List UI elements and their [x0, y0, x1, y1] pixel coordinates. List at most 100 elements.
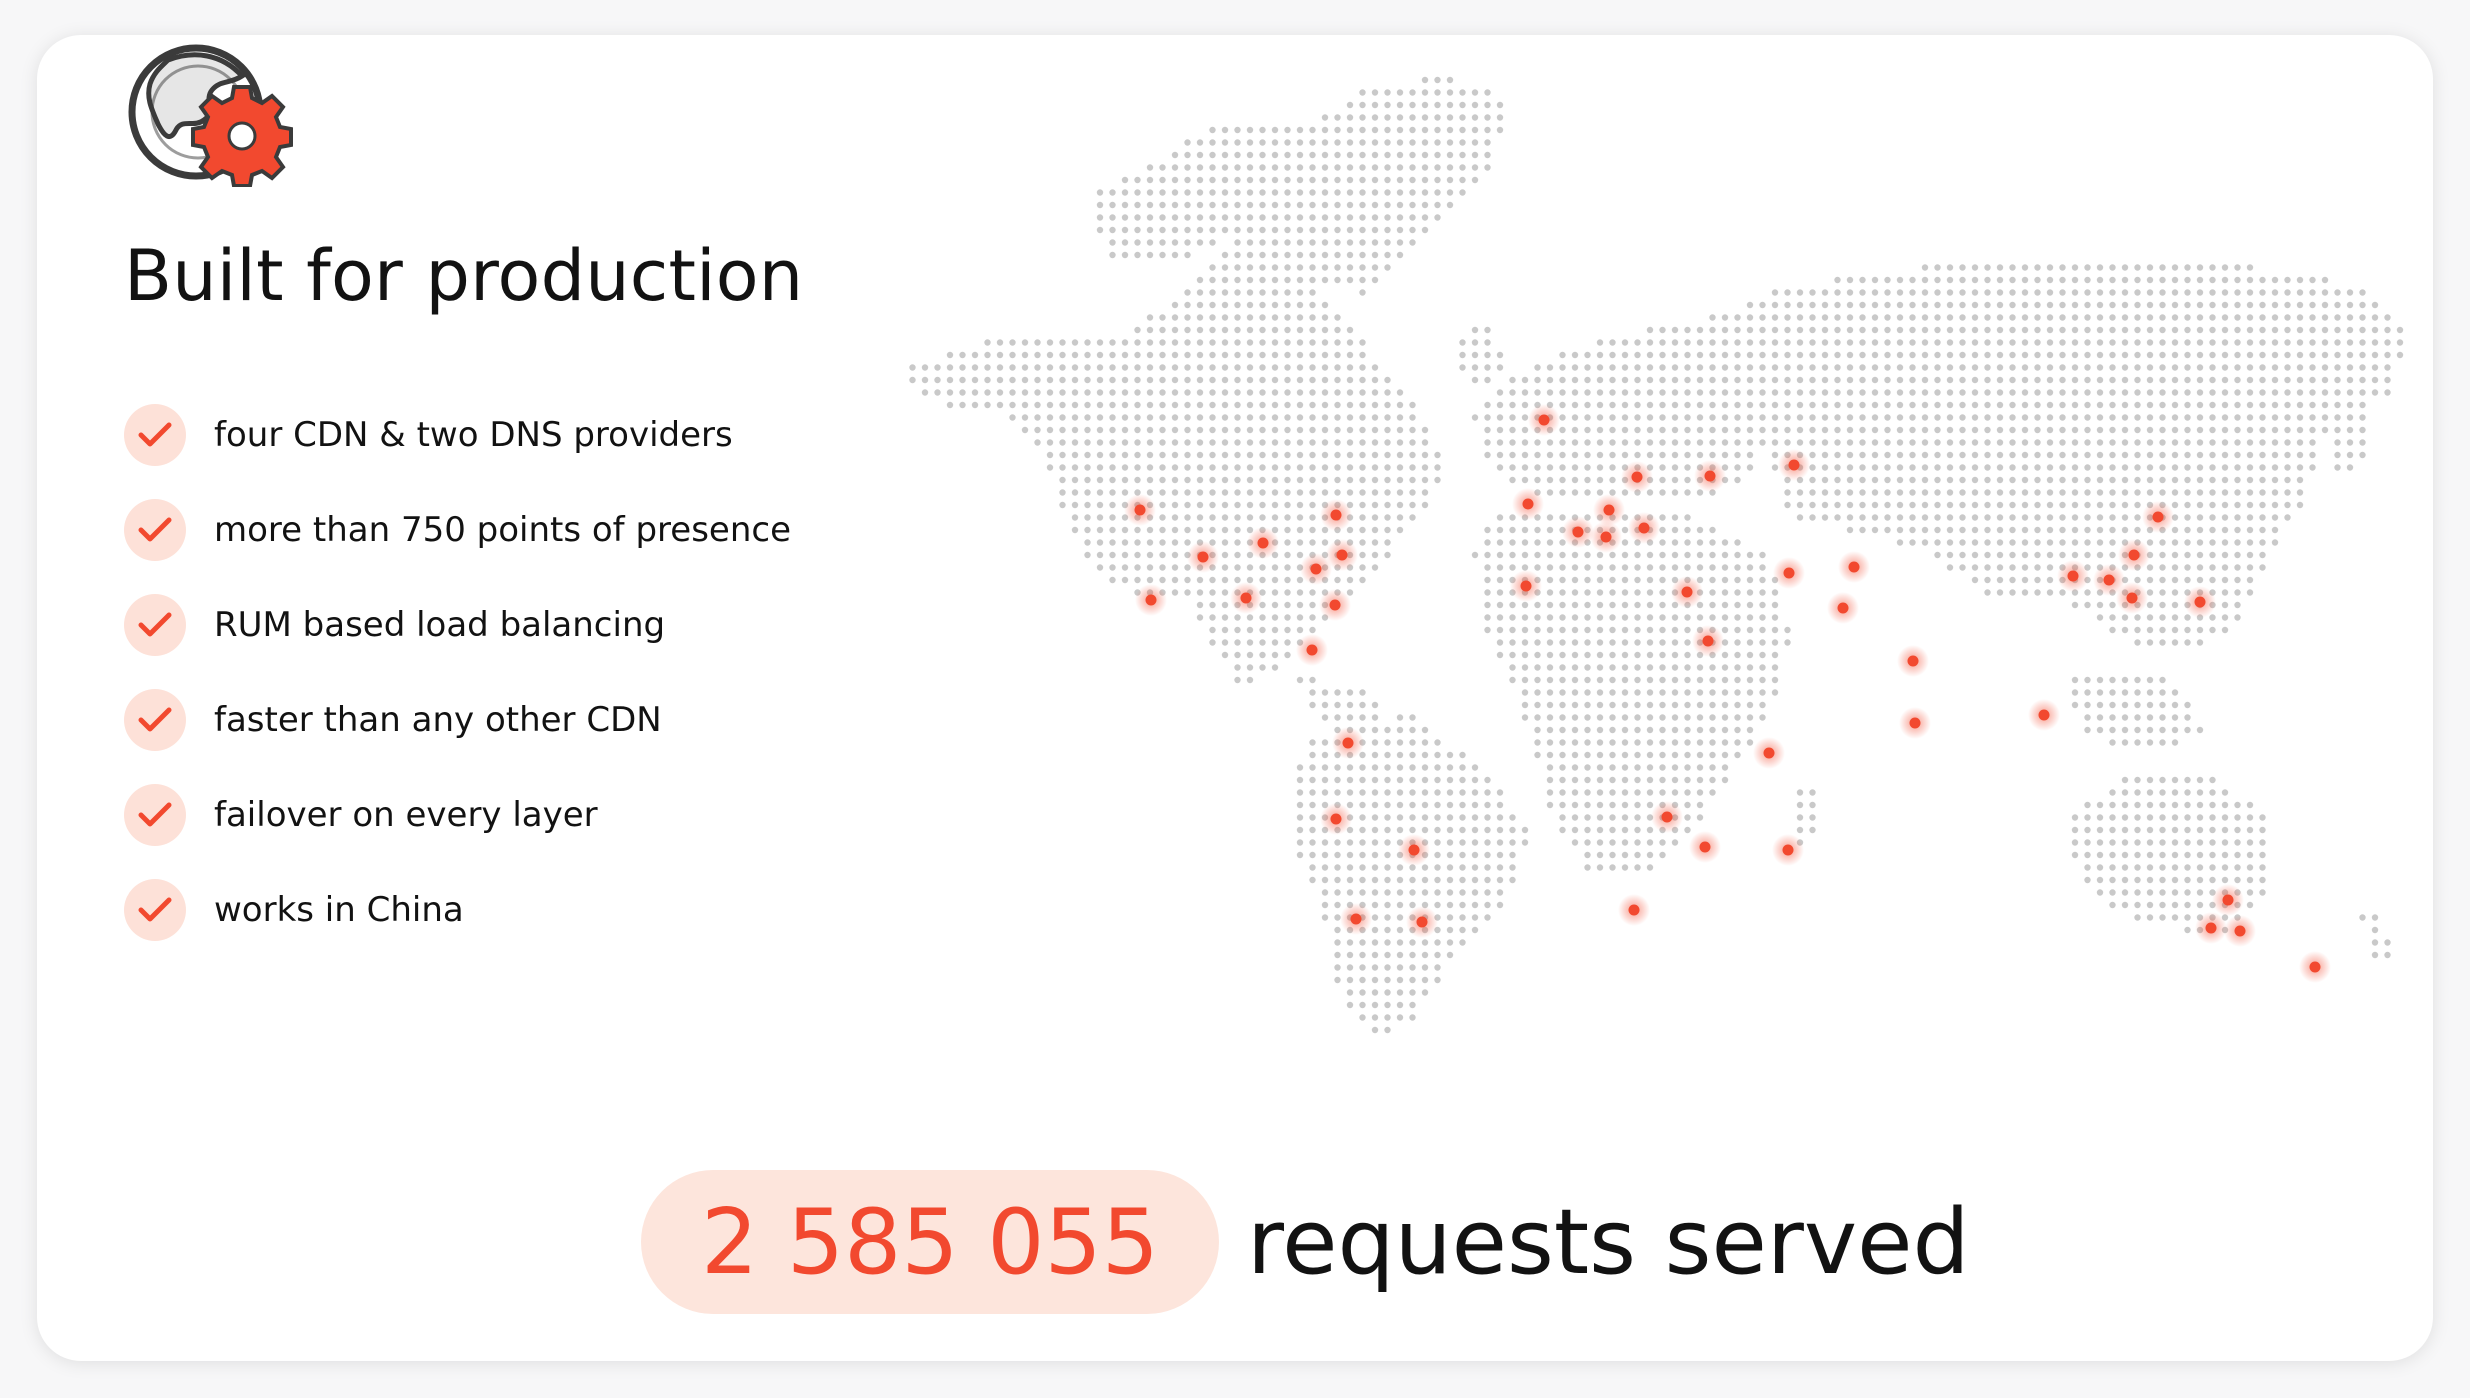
land-dot	[1084, 339, 1091, 346]
land-dot	[1346, 226, 1354, 234]
land-dot	[2109, 739, 2116, 746]
land-dot	[1746, 676, 1754, 684]
pop-marker	[1631, 471, 1643, 483]
land-dot	[1346, 489, 1354, 496]
land-dot	[1184, 251, 1191, 259]
land-dot	[2059, 589, 2066, 596]
land-dot	[1121, 489, 1129, 496]
land-dot	[1671, 689, 1679, 696]
land-dot	[1996, 351, 2004, 359]
land-dot	[1009, 389, 1016, 396]
land-dot	[1284, 164, 1291, 171]
land-dot	[1334, 201, 1341, 209]
land-dot	[2046, 389, 2054, 396]
land-dot	[1171, 451, 1179, 459]
land-dot	[1171, 164, 1179, 171]
land-dot	[1396, 889, 1404, 896]
land-dot	[1134, 214, 1141, 221]
land-dot	[2284, 464, 2291, 471]
land-dot	[2034, 339, 2041, 346]
land-dot	[2196, 626, 2204, 634]
land-dot	[1334, 251, 1341, 259]
land-dot	[2346, 426, 2354, 434]
land-dot	[1371, 701, 1379, 709]
land-dot	[1321, 351, 1329, 359]
land-dot	[1659, 426, 1666, 434]
land-dot	[2034, 264, 2041, 271]
land-dot	[2184, 301, 2191, 309]
land-dot	[1559, 614, 1566, 621]
land-dot	[2209, 364, 2216, 371]
land-dot	[2034, 476, 2041, 484]
land-dot	[2146, 414, 2154, 421]
land-dot	[2146, 489, 2154, 496]
land-dot	[1109, 239, 1116, 246]
land-dot	[1421, 226, 1429, 234]
land-dot	[1796, 301, 1804, 309]
land-dot	[1084, 526, 1091, 534]
land-dot	[1484, 451, 1491, 459]
land-dot	[1446, 176, 1454, 184]
pop-marker	[1600, 531, 1612, 543]
land-dot	[1184, 376, 1191, 384]
land-dot	[1121, 464, 1129, 471]
land-dot	[2109, 364, 2116, 371]
land-dot	[1621, 826, 1629, 834]
land-dot	[2271, 489, 2279, 496]
land-dot	[1309, 464, 1316, 471]
land-dot	[1859, 489, 1866, 496]
land-dot	[2209, 376, 2216, 384]
land-dot	[1421, 164, 1429, 171]
land-dot	[1584, 626, 1591, 634]
land-dot	[2359, 314, 2366, 321]
land-dot	[2109, 526, 2116, 534]
land-dot	[2009, 301, 2016, 309]
land-dot	[2109, 726, 2116, 734]
land-dot	[1346, 151, 1354, 159]
land-dot	[1284, 339, 1291, 346]
pop-marker	[1134, 504, 1146, 516]
land-dot	[2271, 389, 2279, 396]
land-dot	[1384, 201, 1391, 209]
land-dot	[1371, 864, 1379, 871]
land-dot	[1771, 289, 1779, 296]
land-dot	[2109, 514, 2116, 521]
land-dot	[1346, 964, 1354, 971]
land-dot	[1409, 226, 1416, 234]
land-dot	[1184, 464, 1191, 471]
land-dot	[2259, 339, 2266, 346]
land-dot	[1071, 514, 1079, 521]
land-dot	[1221, 451, 1229, 459]
land-dot	[2171, 801, 2179, 809]
land-dot	[2109, 289, 2116, 296]
land-dot	[1209, 351, 1216, 359]
land-dot	[1934, 551, 1941, 559]
land-dot	[1271, 639, 1279, 646]
land-dot	[1259, 564, 1266, 571]
land-dot	[2309, 451, 2316, 459]
land-dot	[1484, 589, 1491, 596]
land-dot	[1521, 839, 1529, 846]
land-dot	[1221, 176, 1229, 184]
pop-marker	[1704, 470, 1716, 482]
land-dot	[1684, 401, 1691, 409]
land-dot	[2046, 564, 2054, 571]
land-dot	[1109, 214, 1116, 221]
land-dot	[2234, 439, 2241, 446]
land-dot	[1459, 876, 1466, 884]
land-dot	[2296, 464, 2304, 471]
land-dot	[1771, 589, 1779, 596]
land-dot	[1634, 714, 1641, 721]
land-dot	[1746, 414, 1754, 421]
land-dot	[1971, 326, 1979, 334]
land-dot	[1746, 564, 1754, 571]
land-dot	[2334, 401, 2341, 409]
land-dot	[1509, 551, 1516, 559]
land-dot	[2146, 726, 2154, 734]
land-dot	[2071, 526, 2079, 534]
land-dot	[1434, 764, 1441, 771]
land-dot	[1046, 339, 1054, 346]
land-dot	[1609, 664, 1616, 671]
land-dot	[1946, 426, 1954, 434]
land-dot	[1709, 789, 1716, 796]
